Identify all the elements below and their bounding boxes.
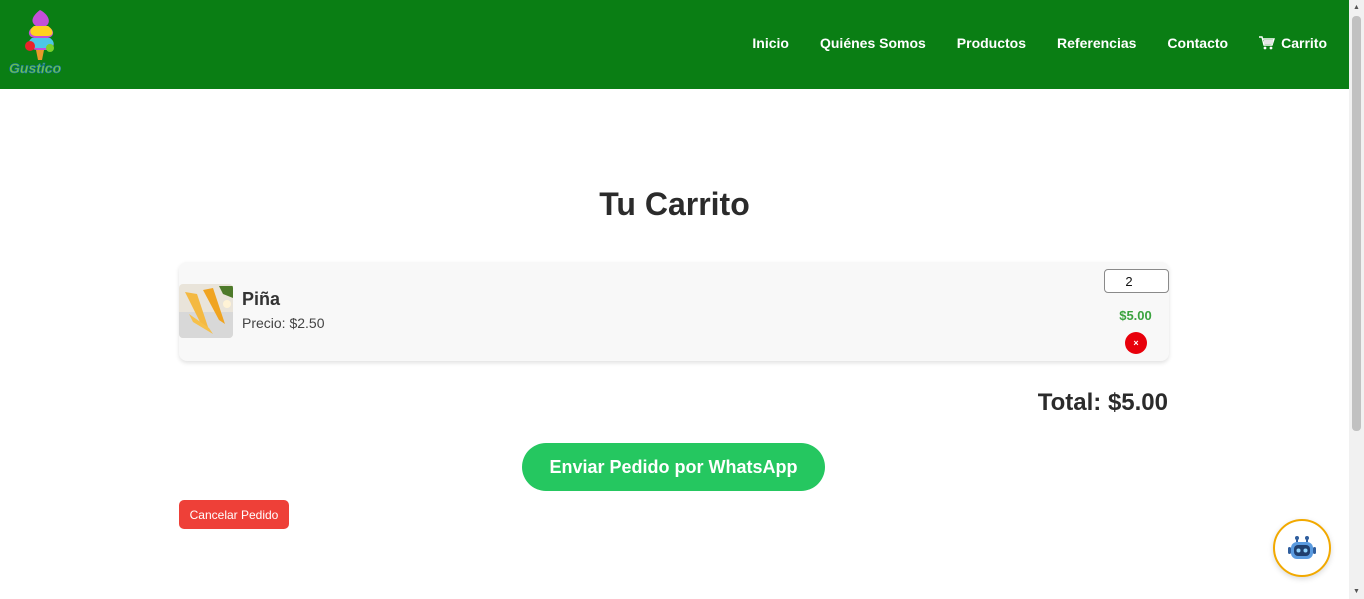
robot-icon — [1288, 536, 1316, 559]
nav-contacto[interactable]: Contacto — [1167, 35, 1228, 51]
nav-referencias[interactable]: Referencias — [1057, 35, 1136, 51]
scroll-up-arrow-icon[interactable]: ▲ — [1349, 0, 1364, 15]
item-subtotal: $5.00 — [1119, 308, 1152, 323]
chatbot-button[interactable] — [1273, 519, 1331, 577]
page-title: Tu Carrito — [599, 186, 750, 222]
nav-productos[interactable]: Productos — [957, 35, 1026, 51]
logo-wordmark: Gustico — [9, 60, 62, 76]
cart-icon — [1259, 36, 1276, 50]
scrollbar-thumb[interactable] — [1352, 16, 1361, 431]
product-image — [179, 284, 233, 338]
nav-carrito-label: Carrito — [1281, 35, 1327, 51]
remove-item-button[interactable]: × — [1125, 332, 1147, 354]
page: Gustico Inicio Quiénes Somos Productos R… — [0, 0, 1349, 599]
nav-carrito[interactable]: Carrito — [1259, 35, 1327, 51]
quantity-input[interactable] — [1104, 269, 1169, 293]
cart-item: Piña Precio: $2.50 $5.00 × — [179, 262, 1169, 361]
send-whatsapp-button[interactable]: Enviar Pedido por WhatsApp — [522, 443, 825, 491]
nav-inicio[interactable]: Inicio — [752, 35, 789, 51]
cancel-order-button[interactable]: Cancelar Pedido — [179, 500, 289, 529]
scroll-down-arrow-icon[interactable]: ▼ — [1349, 584, 1364, 599]
vertical-scrollbar[interactable]: ▲ ▼ — [1349, 0, 1364, 599]
close-icon: × — [1133, 338, 1139, 348]
gustico-logo[interactable]: Gustico — [6, 6, 74, 78]
main-nav: Inicio Quiénes Somos Productos Referenci… — [721, 35, 1327, 51]
nav-quienes-somos[interactable]: Quiénes Somos — [820, 35, 926, 51]
product-price: Precio: $2.50 — [242, 315, 325, 331]
product-name: Piña — [242, 289, 281, 309]
cart-total: Total: $5.00 — [1037, 389, 1168, 416]
site-header: Gustico Inicio Quiénes Somos Productos R… — [0, 0, 1349, 89]
logo-graphic: Gustico — [9, 10, 62, 76]
